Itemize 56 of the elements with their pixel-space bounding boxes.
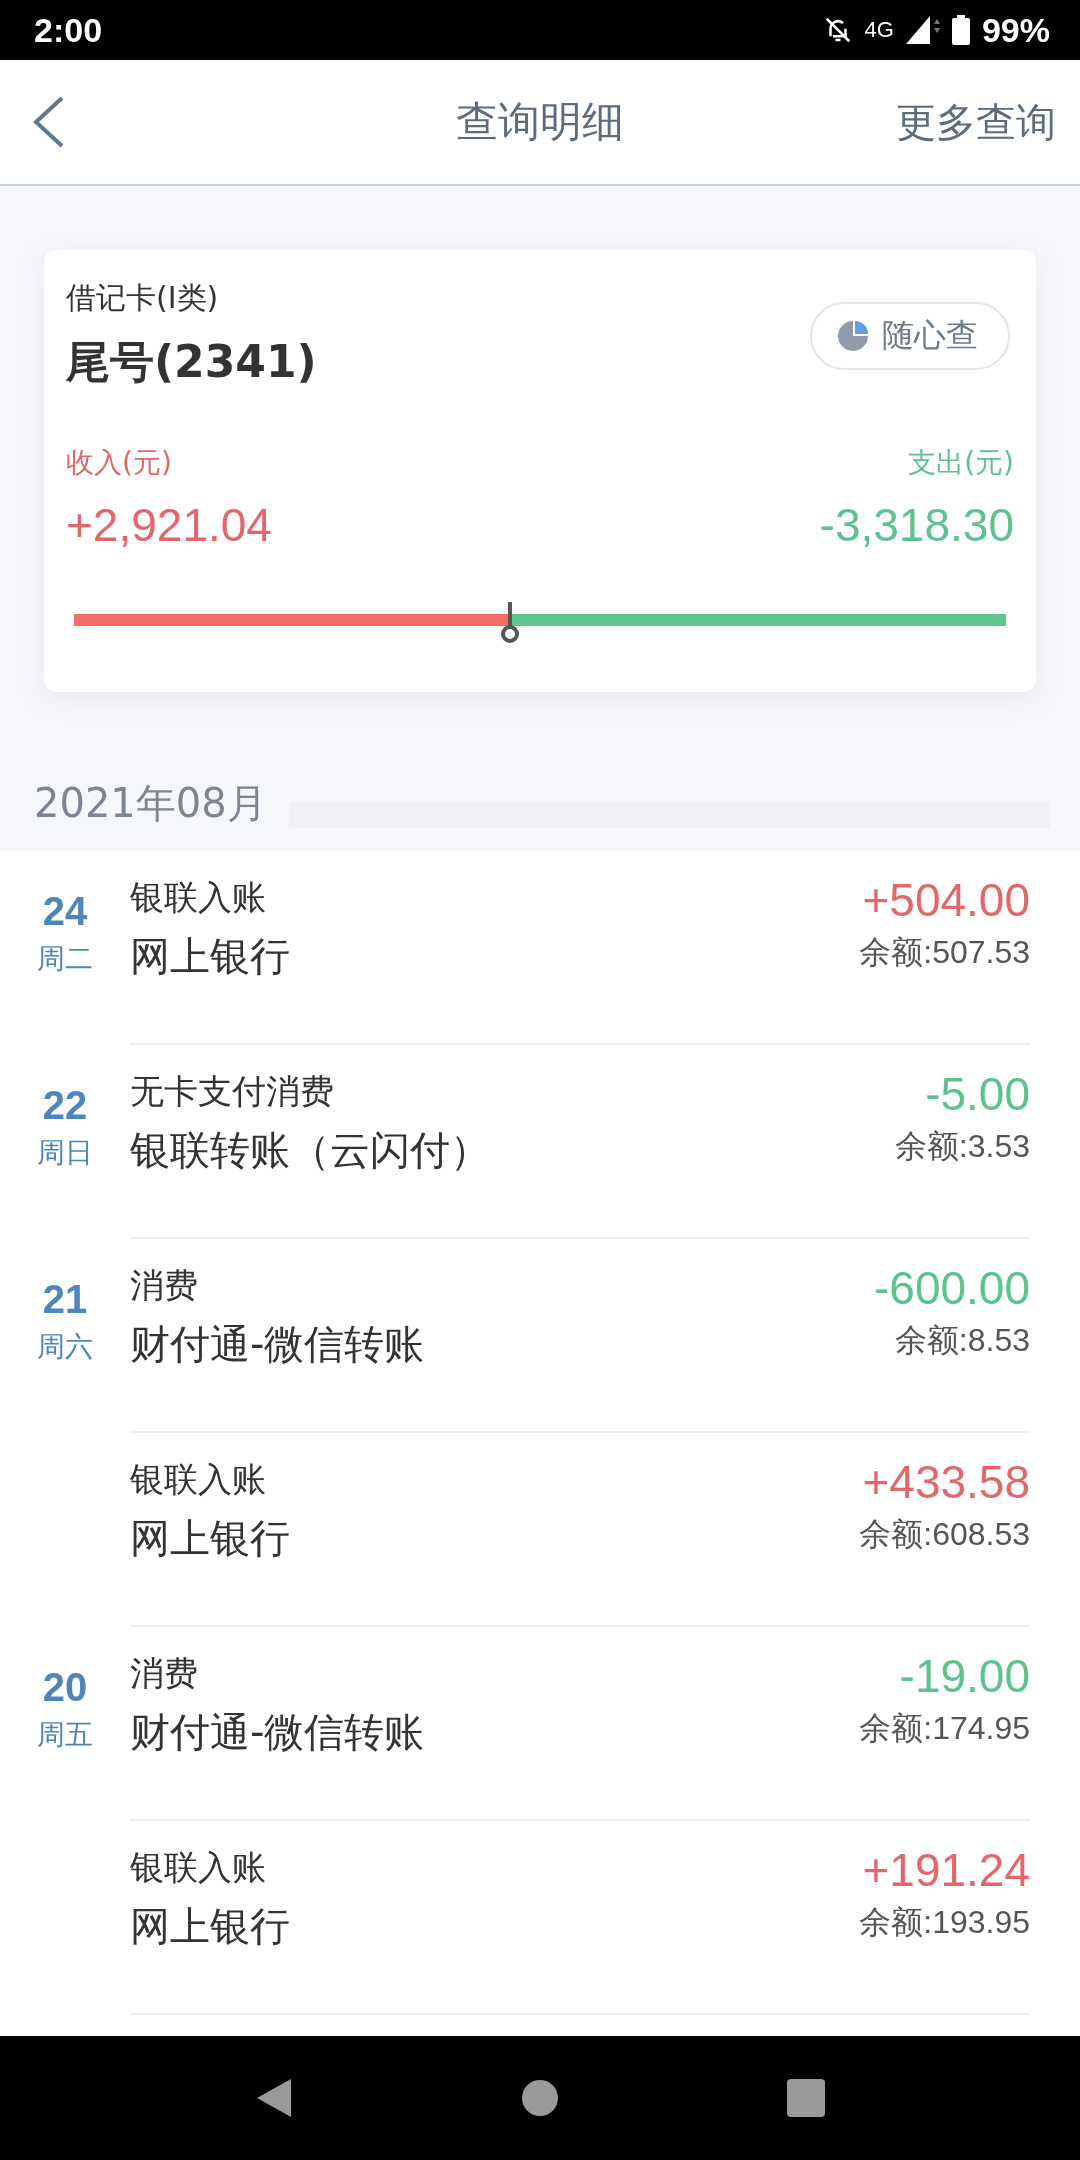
income-label: 收入(元) [66, 445, 172, 481]
transaction-channel: 银联转账（云闪付） [130, 1126, 490, 1175]
transaction-row[interactable]: 银联入账 网上银行 +191.24 余额:193.95 [0, 1821, 1080, 2015]
transaction-type: 消费 [130, 1264, 198, 1307]
transaction-row[interactable]: 24 周二 银联入账 网上银行 +504.00 余额:507.53 [0, 851, 1080, 1045]
transaction-weekday: 周五 [37, 1717, 93, 1753]
transaction-amount: -5.00 [925, 1067, 1030, 1121]
transaction-balance: 余额:3.53 [894, 1127, 1030, 1166]
transaction-channel: 网上银行 [130, 932, 290, 981]
battery-icon [951, 15, 970, 45]
expense-total: -3,318.30 [819, 498, 1014, 552]
transaction-type: 银联入账 [130, 1846, 266, 1889]
network-type: 4G [864, 17, 894, 43]
transaction-channel: 网上银行 [130, 1514, 290, 1563]
transaction-balance: 余额:193.95 [859, 1903, 1030, 1942]
income-total: +2,921.04 [66, 498, 272, 552]
card-number: 尾号(2341) [66, 335, 317, 389]
transaction-channel: 财付通-微信转账 [130, 1708, 425, 1757]
home-nav-icon[interactable] [522, 2080, 558, 2116]
transaction-day: 22 [42, 1083, 88, 1128]
transaction-amount: -19.00 [899, 1649, 1030, 1703]
transaction-balance: 余额:507.53 [859, 933, 1030, 972]
quick-query-button[interactable]: 随心查 [810, 302, 1010, 370]
transaction-channel: 财付通-微信转账 [130, 1320, 425, 1369]
page-title: 查询明细 [456, 96, 624, 148]
recents-nav-icon[interactable] [787, 2079, 826, 2117]
transaction-amount: +504.00 [862, 873, 1030, 927]
battery-level: 99% [981, 10, 1050, 50]
transaction-type: 银联入账 [130, 876, 266, 919]
transaction-day: 21 [42, 1277, 88, 1322]
transaction-weekday: 周六 [37, 1329, 93, 1365]
month-label: 2021年08月 [34, 779, 267, 828]
transaction-balance: 余额:8.53 [894, 1321, 1030, 1360]
transaction-row[interactable]: 22 周日 无卡支付消费 银联转账（云闪付） -5.00 余额:3.53 [0, 1045, 1080, 1239]
transaction-amount: -600.00 [874, 1261, 1030, 1315]
transaction-day: 24 [42, 889, 88, 934]
transaction-day: 20 [42, 1665, 88, 1710]
transaction-channel: 网上银行 [130, 1902, 290, 1951]
transaction-row[interactable]: 银联入账 网上银行 +433.58 余额:608.53 [0, 1433, 1080, 1627]
status-time: 2:00 [34, 10, 103, 50]
pie-chart-icon [836, 319, 870, 353]
transaction-type: 银联入账 [130, 1458, 266, 1501]
transaction-balance: 余额:608.53 [859, 1515, 1030, 1554]
signal-icon [905, 16, 940, 44]
transaction-type: 无卡支付消费 [130, 1070, 334, 1113]
transaction-weekday: 周二 [37, 941, 93, 977]
more-query-link[interactable]: 更多查询 [896, 94, 1056, 150]
transaction-weekday: 周日 [37, 1135, 93, 1171]
card-type: 借记卡(I类) [66, 279, 220, 317]
transaction-row[interactable]: 20 周五 消费 财付通-微信转账 -19.00 余额:174.95 [0, 1627, 1080, 1821]
transaction-amount: +191.24 [862, 1843, 1030, 1897]
transaction-row[interactable]: 21 周六 消费 财付通-微信转账 -600.00 余额:8.53 [0, 1239, 1080, 1433]
transaction-amount: +433.58 [862, 1455, 1030, 1509]
expense-label: 支出(元) [908, 445, 1014, 481]
transaction-balance: 余额:174.95 [859, 1709, 1030, 1748]
transaction-type: 消费 [130, 1652, 198, 1695]
